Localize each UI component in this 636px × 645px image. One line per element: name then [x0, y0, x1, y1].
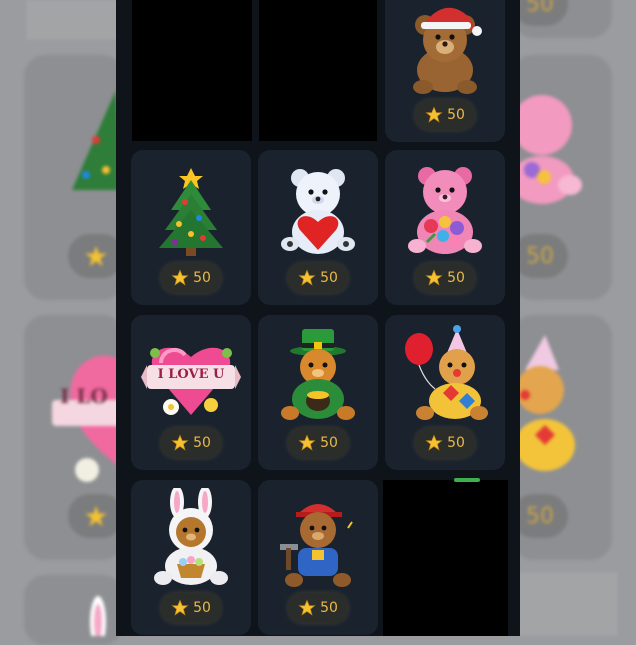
- star-icon: [171, 599, 189, 616]
- green-indicator: [454, 478, 480, 482]
- gift-tile-heart-teddy-bear[interactable]: 50: [258, 150, 378, 305]
- star-icon: [298, 269, 316, 286]
- price-value: 50: [447, 435, 465, 451]
- price-value: 50: [320, 600, 338, 616]
- star-icon: [171, 269, 189, 286]
- star-icon: [425, 434, 443, 451]
- bg-block-2: [518, 572, 618, 636]
- gift-tile-bunny-costume-bear[interactable]: 50: [131, 480, 251, 635]
- price-pill: 50: [288, 263, 348, 293]
- price-value: 50: [320, 270, 338, 286]
- price-pill: 50: [161, 263, 221, 293]
- star-icon: [171, 434, 189, 451]
- bg-christmas-tree-icon: [72, 90, 122, 190]
- price-value: 50: [193, 270, 211, 286]
- heart-banner-text: I LOVE U: [157, 367, 225, 382]
- hidden-tile: [132, 0, 252, 141]
- bg-block: [26, 0, 118, 40]
- bg-clown-bear-icon: [515, 335, 575, 471]
- price-pill: 50: [415, 263, 475, 293]
- price-pill: 50: [161, 428, 221, 458]
- leprechaun-bear-icon: [281, 329, 355, 420]
- heart-bear-icon: [281, 169, 355, 254]
- price-value: 50: [193, 600, 211, 616]
- gift-tile-builder-bear[interactable]: 50: [258, 480, 378, 635]
- price-pill: 50: [415, 428, 475, 458]
- star-icon: [298, 434, 316, 451]
- builder-bear-icon: [280, 504, 353, 587]
- pink-flower-bear-icon: [408, 167, 482, 254]
- price-pill: 50: [288, 593, 348, 623]
- gift-tile-pink-flower-bear[interactable]: 50: [385, 150, 505, 305]
- bg-heart-text: I LO: [60, 384, 108, 408]
- bg-price-pill: 50: [512, 234, 568, 278]
- hidden-tile: [259, 0, 377, 141]
- gift-tile-i-love-u-heart[interactable]: I LOVE U 50: [131, 315, 251, 470]
- star-icon: [425, 269, 443, 286]
- price-value: 50: [447, 107, 465, 123]
- price-value: 50: [447, 270, 465, 286]
- santa-bear-icon: [413, 7, 482, 94]
- price-value: 50: [193, 435, 211, 451]
- gift-grid-panel: 50 50 50 50 I LOVE U 50 50 50 50 50: [116, 0, 520, 636]
- bunny-bear-icon: [154, 488, 228, 585]
- gift-tile-leprechaun-bear[interactable]: 50: [258, 315, 378, 470]
- gift-tile-clown-balloon-bear[interactable]: 50: [385, 315, 505, 470]
- star-icon: [298, 599, 316, 616]
- bg-price-pill: 50: [512, 494, 568, 538]
- christmas-tree-icon: [159, 168, 223, 256]
- price-pill: 50: [288, 428, 348, 458]
- price-pill: 50: [161, 593, 221, 623]
- bg-love-heart-icon: [52, 355, 122, 482]
- price-value: 50: [320, 435, 338, 451]
- gift-tile-christmas-tree[interactable]: 50: [131, 150, 251, 305]
- bg-pink-bear-icon: [512, 95, 582, 204]
- hidden-tile: [383, 480, 508, 636]
- bg-bunny-ear-icon: [90, 596, 106, 636]
- clown-bear-icon: [405, 325, 488, 420]
- star-icon: [425, 106, 443, 123]
- gift-tile-santa-teddy-bear[interactable]: 50: [385, 0, 505, 142]
- price-pill: 50: [415, 100, 475, 130]
